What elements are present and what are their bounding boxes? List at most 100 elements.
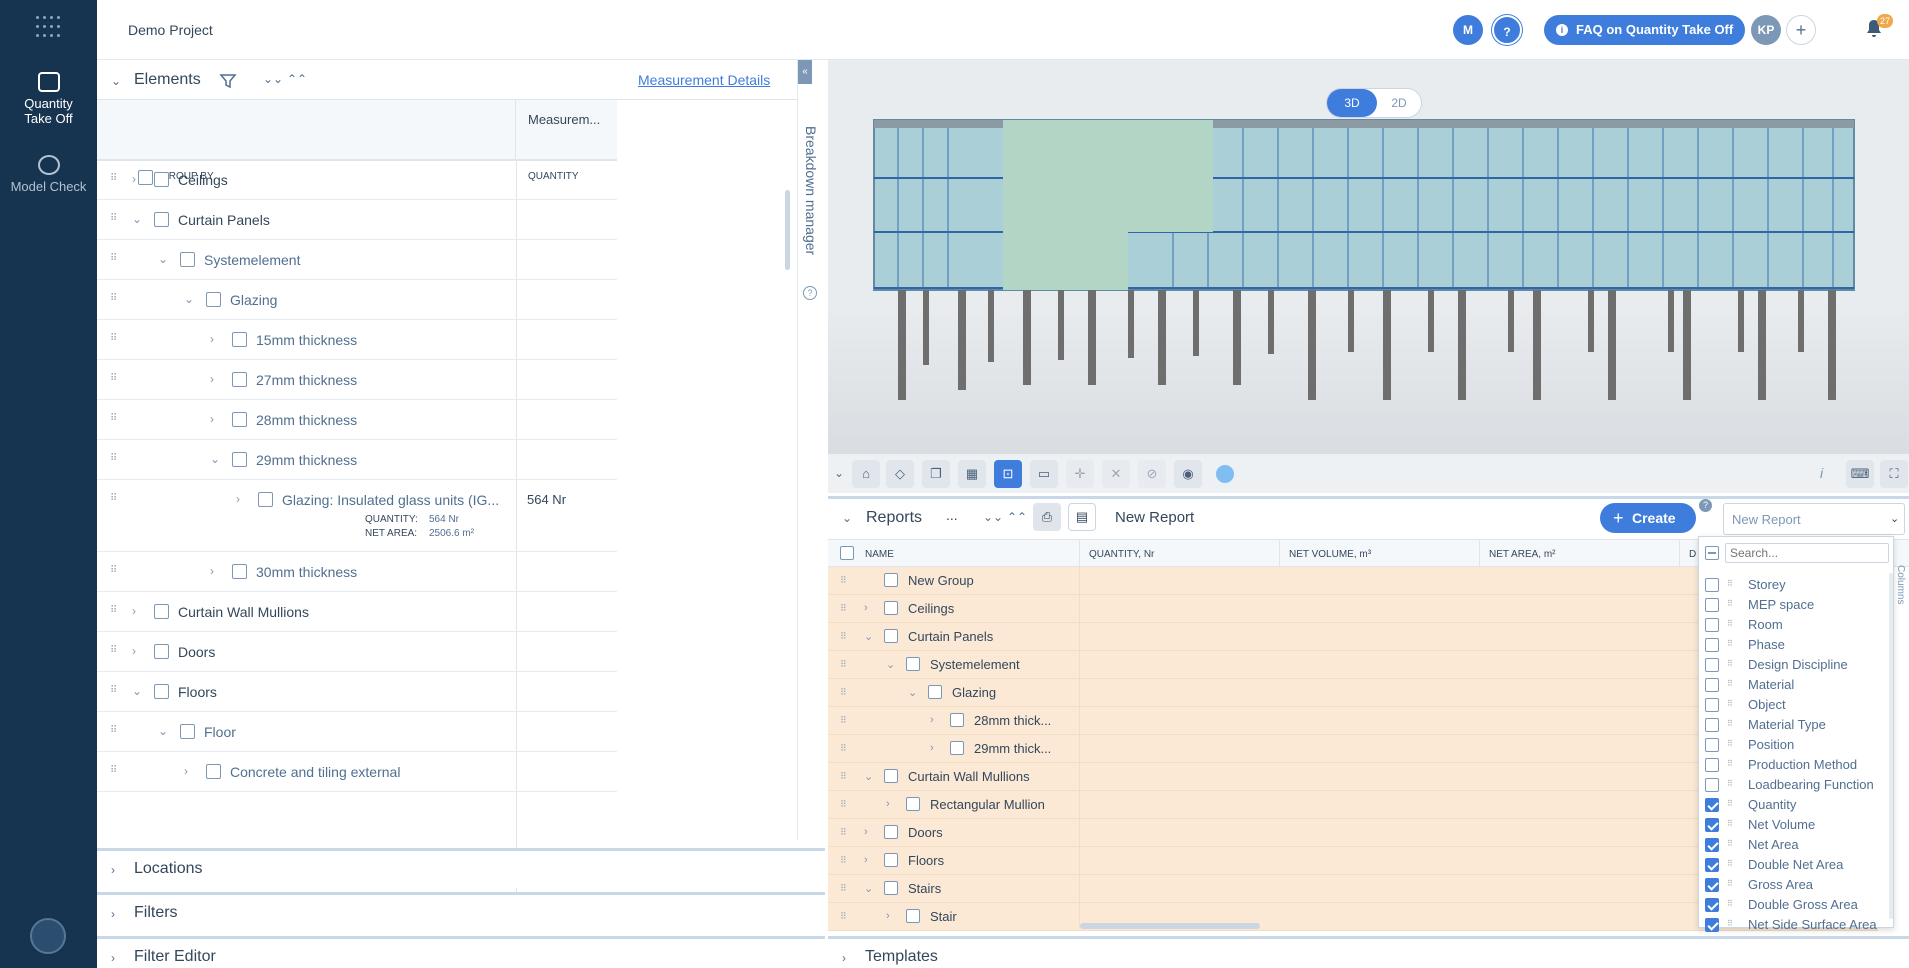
drag-handle-icon[interactable]: ⠿	[110, 453, 124, 464]
drag-handle-icon[interactable]: ⠿	[840, 631, 847, 642]
chevron-right-icon[interactable]: ›	[864, 854, 868, 866]
drag-handle-icon[interactable]: ⠿	[840, 687, 847, 698]
measurement-details-link[interactable]: Measurement Details	[638, 72, 770, 88]
column-option-checkbox[interactable]	[1705, 818, 1719, 832]
nav-quantity-take-off[interactable]: Quantity Take Off	[0, 72, 97, 126]
chevron-down-icon[interactable]: ⌄	[158, 724, 168, 738]
row-checkbox[interactable]	[206, 292, 221, 307]
element-row[interactable]: ⠿ ⌄ Curtain Panels	[97, 200, 617, 240]
drag-handle-icon[interactable]: ⠿	[1727, 579, 1733, 588]
row-checkbox[interactable]	[232, 564, 247, 579]
columns-scrollbar[interactable]	[1889, 573, 1893, 919]
drag-handle-icon[interactable]: ⠿	[110, 565, 124, 576]
drag-handle-icon[interactable]: ⠿	[110, 493, 124, 504]
drag-handle-icon[interactable]: ⠿	[1727, 719, 1733, 728]
row-checkbox[interactable]	[206, 764, 221, 779]
drag-handle-icon[interactable]: ⠿	[110, 373, 124, 384]
report-row-checkbox[interactable]	[928, 685, 942, 699]
drag-handle-icon[interactable]: ⠿	[1727, 599, 1733, 608]
chevron-right-icon[interactable]: ›	[930, 742, 934, 754]
drag-handle-icon[interactable]: ⠿	[1727, 899, 1733, 908]
elements-scrollbar[interactable]	[785, 190, 790, 270]
cube-icon[interactable]: ◇	[886, 460, 914, 488]
help-icon[interactable]: ?	[1492, 15, 1522, 45]
element-row[interactable]: ⠿ › Concrete and tiling external	[97, 752, 617, 792]
chevron-down-icon[interactable]: ⌄	[864, 770, 873, 783]
report-export-icon[interactable]: ⎙	[1033, 503, 1061, 531]
row-checkbox[interactable]	[232, 372, 247, 387]
drag-handle-icon[interactable]: ⠿	[110, 413, 124, 424]
app-logo[interactable]	[36, 16, 60, 40]
filter-icon[interactable]	[219, 72, 237, 90]
keyboard-icon[interactable]: ⌨	[1846, 460, 1874, 488]
chevron-down-icon[interactable]: ⌄	[864, 882, 873, 895]
building-icon[interactable]: ▦	[958, 460, 986, 488]
column-option[interactable]: ⠿ Quantity	[1705, 795, 1890, 815]
column-option-checkbox[interactable]	[1705, 778, 1719, 792]
measure-icon[interactable]: ▭	[1030, 460, 1058, 488]
column-option-checkbox[interactable]	[1705, 878, 1719, 892]
column-option-checkbox[interactable]	[1705, 578, 1719, 592]
drag-handle-icon[interactable]: ⠿	[110, 293, 124, 304]
chevron-right-icon[interactable]: ›	[236, 492, 240, 506]
drag-handle-icon[interactable]: ⠿	[840, 855, 847, 866]
eye-icon[interactable]: ◉	[1174, 460, 1202, 488]
chevron-right-icon[interactable]: ›	[210, 332, 214, 346]
drag-handle-icon[interactable]: ⠿	[1727, 919, 1733, 928]
column-option[interactable]: ⠿ Room	[1705, 615, 1890, 635]
drag-handle-icon[interactable]: ⠿	[1727, 619, 1733, 628]
drag-handle-icon[interactable]: ⠿	[1727, 859, 1733, 868]
drag-handle-icon[interactable]: ⠿	[110, 213, 124, 224]
element-row[interactable]: ⠿ ⌄ Floor	[97, 712, 617, 752]
report-row-checkbox[interactable]	[950, 713, 964, 727]
reports-select-all[interactable]	[840, 546, 854, 560]
column-option-checkbox[interactable]	[1705, 858, 1719, 872]
chevron-right-icon[interactable]: ›	[864, 602, 868, 614]
column-option-checkbox[interactable]	[1705, 838, 1719, 852]
templates-section[interactable]: › Templates	[828, 936, 1909, 968]
chevron-right-icon[interactable]: ›	[210, 372, 214, 386]
model-viewer[interactable]: 3D 2D	[828, 60, 1909, 492]
drag-handle-icon[interactable]: ⠿	[840, 883, 847, 894]
column-option-checkbox[interactable]	[1705, 798, 1719, 812]
reports-collapse-icon[interactable]: ⌄⌄	[983, 510, 1003, 524]
column-option-checkbox[interactable]	[1705, 698, 1719, 712]
drag-handle-icon[interactable]: ⠿	[110, 253, 124, 264]
collapse-panel-icon[interactable]: «	[798, 60, 812, 84]
column-option-checkbox[interactable]	[1705, 898, 1719, 912]
drag-handle-icon[interactable]: ⠿	[1727, 739, 1733, 748]
columns-select-all[interactable]	[1705, 546, 1719, 560]
column-option-checkbox[interactable]	[1705, 758, 1719, 772]
column-option[interactable]: ⠿ Loadbearing Function	[1705, 775, 1890, 795]
drag-handle-icon[interactable]: ⠿	[110, 765, 124, 776]
drag-handle-icon[interactable]: ⠿	[840, 603, 847, 614]
column-option-checkbox[interactable]	[1705, 718, 1719, 732]
report-row-checkbox[interactable]	[884, 573, 898, 587]
add-button[interactable]: +	[1786, 15, 1816, 45]
element-row[interactable]: ⠿ › 15mm thickness	[97, 320, 617, 360]
reports-col-volume[interactable]: NET VOLUME, m³	[1289, 549, 1371, 560]
chevron-right-icon[interactable]: ›	[930, 714, 934, 726]
column-option-checkbox[interactable]	[1705, 658, 1719, 672]
report-name[interactable]: New Report	[1115, 509, 1194, 526]
report-row-checkbox[interactable]	[884, 629, 898, 643]
toolbar-collapse-icon[interactable]: ⌄	[834, 466, 844, 480]
column-option[interactable]: ⠿ Net Area	[1705, 835, 1890, 855]
drag-handle-icon[interactable]: ⠿	[1727, 799, 1733, 808]
chevron-down-icon[interactable]: ⌄	[111, 74, 121, 88]
mode-3d-button[interactable]: 3D	[1327, 89, 1377, 117]
chevron-right-icon[interactable]: ›	[210, 412, 214, 426]
drag-handle-icon[interactable]: ⠿	[1727, 879, 1733, 888]
row-checkbox[interactable]	[232, 412, 247, 427]
column-option[interactable]: ⠿ Material Type	[1705, 715, 1890, 735]
element-row[interactable]: ⠿ ⌄ 29mm thickness	[97, 440, 617, 480]
element-row[interactable]: ⠿ ⌄ Floors	[97, 672, 617, 712]
drag-handle-icon[interactable]: ⠿	[1727, 779, 1733, 788]
chevron-down-icon[interactable]: ⌄	[158, 252, 168, 266]
user-avatar-kp[interactable]: KP	[1751, 15, 1781, 45]
breakdown-label[interactable]: Breakdown manager	[803, 126, 819, 255]
chevron-down-icon[interactable]: ⌄	[184, 292, 194, 306]
nav-model-check[interactable]: Model Check	[0, 155, 97, 194]
column-option[interactable]: ⠿ Phase	[1705, 635, 1890, 655]
reports-chevron-icon[interactable]: ⌄	[842, 511, 852, 525]
